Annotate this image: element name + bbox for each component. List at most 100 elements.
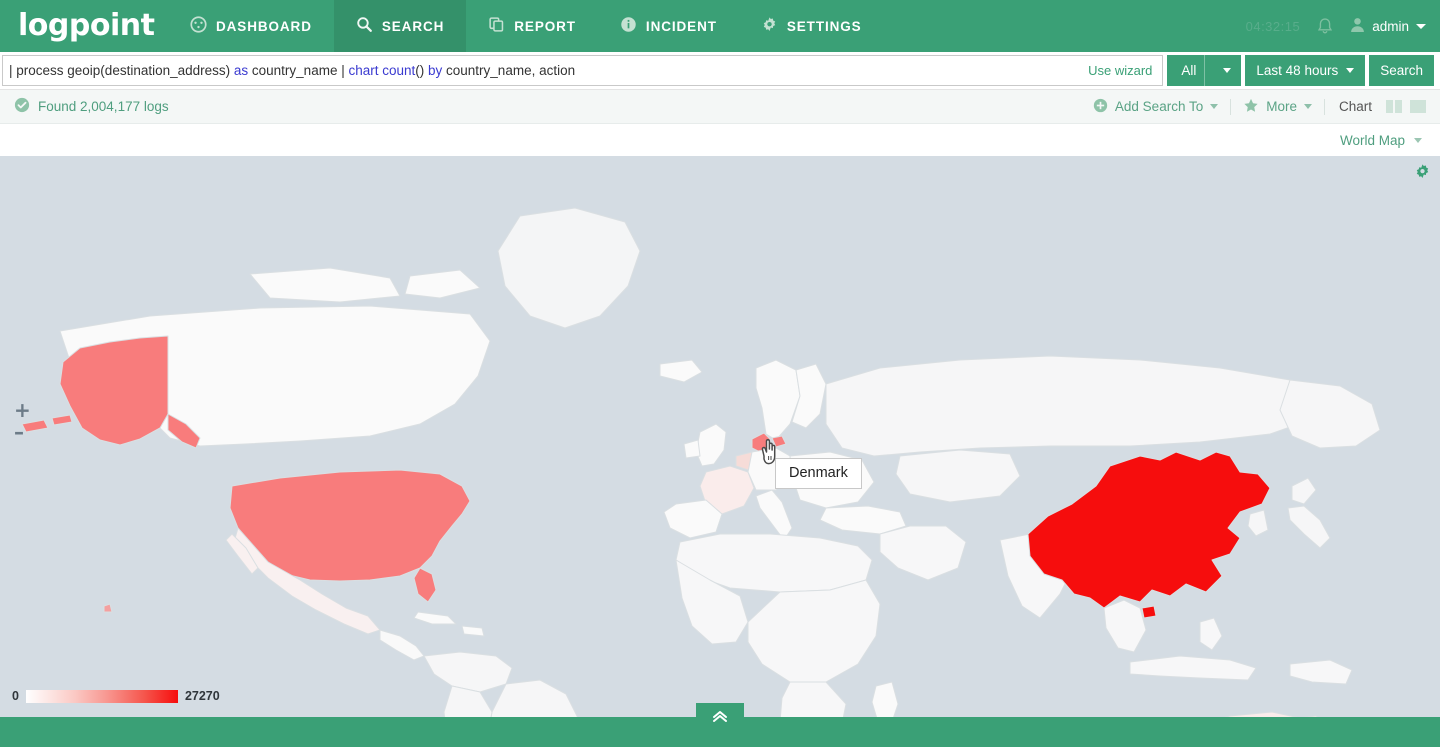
- country-greenland: [497, 207, 641, 329]
- repository-selector-label: All: [1181, 63, 1197, 78]
- country-usa-florida: [413, 567, 437, 603]
- gear-icon: [761, 16, 778, 36]
- search-button[interactable]: Search: [1369, 55, 1434, 86]
- country-norway-sweden: [755, 359, 801, 441]
- more-menu[interactable]: More: [1231, 98, 1324, 116]
- chevron-down-icon: [1210, 104, 1219, 109]
- nav-item-dashboard[interactable]: DASHBOARD: [168, 0, 334, 52]
- double-chevron-up-icon: [712, 709, 728, 728]
- country-russia: [825, 355, 1321, 457]
- zoom-out-button[interactable]: –: [14, 422, 31, 442]
- map-zoom-controls[interactable]: + –: [14, 400, 31, 442]
- country-canada-islands: [249, 267, 401, 303]
- check-circle-icon: [14, 97, 30, 116]
- results-bar: Found 2,004,177 logs Add Search To More …: [0, 90, 1440, 124]
- username-label: admin: [1372, 18, 1409, 34]
- country-central-america: [379, 629, 425, 661]
- search-button-label: Search: [1380, 63, 1423, 78]
- country-japan-honshu: [1287, 505, 1331, 549]
- nav-item-search[interactable]: SEARCH: [333, 0, 467, 52]
- map-color-legend: 0 27270: [12, 689, 220, 703]
- plus-circle-icon: [1093, 98, 1108, 116]
- search-query-input[interactable]: | process geoip(destination_address) as …: [2, 55, 1164, 86]
- country-madagascar: [871, 681, 899, 717]
- country-russia-east: [1279, 379, 1381, 449]
- repository-selector[interactable]: All: [1167, 55, 1242, 86]
- add-search-to-menu[interactable]: Add Search To: [1081, 98, 1230, 116]
- chevron-down-icon: [1223, 68, 1232, 73]
- split-layout-toggle-icon[interactable]: [1382, 99, 1406, 114]
- nav-label-incident: INCIDENT: [645, 18, 717, 34]
- map-settings-gear-icon[interactable]: [1414, 163, 1431, 185]
- query-segment: (): [415, 63, 429, 78]
- country-cuba: [413, 611, 457, 625]
- legend-min-value: 0: [12, 689, 19, 703]
- report-pages-icon: [488, 16, 505, 36]
- nav-label-search: SEARCH: [381, 18, 445, 34]
- legend-gradient-bar: [25, 689, 178, 703]
- legend-max-value: 27270: [184, 689, 220, 703]
- country-italy: [755, 489, 793, 541]
- map-tooltip-country: Denmark: [789, 465, 848, 481]
- island-caribbean-small: [103, 603, 113, 613]
- query-keyword: as: [233, 63, 249, 78]
- country-turkey: [819, 505, 907, 535]
- country-middle-east: [879, 525, 967, 581]
- collapse-panel-toggle[interactable]: [696, 703, 744, 733]
- time-range-selector[interactable]: Last 48 hours: [1245, 55, 1366, 86]
- query-segment: | process geoip(destination_address): [9, 63, 234, 78]
- star-icon: [1243, 98, 1259, 116]
- nav-label-dashboard: DASHBOARD: [216, 18, 312, 34]
- country-central-asia: [895, 449, 1021, 503]
- more-label: More: [1266, 99, 1297, 114]
- info-circle-icon: [620, 16, 637, 36]
- country-southern-africa: [779, 681, 847, 717]
- user-menu[interactable]: admin: [1350, 17, 1426, 36]
- chart-type-selector[interactable]: World Map: [1340, 133, 1422, 148]
- search-bar: | process geoip(destination_address) as …: [0, 52, 1440, 90]
- chevron-down-icon: [1414, 137, 1422, 143]
- chart-type-label: World Map: [1339, 132, 1405, 148]
- chevron-down-icon: [1346, 68, 1355, 73]
- bottom-bar: [0, 703, 1440, 747]
- world-map-svg[interactable]: [0, 156, 1440, 717]
- world-map-chart[interactable]: + – Denmark 0 27270: [0, 156, 1440, 717]
- nav-item-incident[interactable]: INCIDENT: [598, 0, 739, 52]
- country-colombia-venezuela: [423, 651, 513, 693]
- chart-type-toolbar: World Map: [0, 124, 1440, 156]
- country-central-africa: [747, 579, 881, 683]
- country-iceland: [659, 359, 703, 383]
- found-logs-status: Found 2,004,177 logs: [14, 97, 169, 116]
- country-hispaniola: [461, 625, 485, 637]
- nav-label-report: REPORT: [514, 18, 576, 34]
- dashboard-gauge-icon: [190, 16, 207, 36]
- country-philippines: [1199, 617, 1223, 651]
- brand-name: logpoint: [18, 8, 155, 43]
- main-nav-items: DASHBOARD SEARCH REPORT INCIDENT SETTING…: [168, 0, 884, 52]
- zoom-in-button[interactable]: +: [14, 400, 31, 420]
- top-navigation-bar: logpoint DASHBOARD SEARCH REPORT INCIDEN…: [0, 0, 1440, 52]
- full-layout-toggle-icon[interactable]: [1406, 99, 1430, 114]
- query-segment: country_name |: [248, 63, 349, 78]
- nav-item-settings[interactable]: SETTINGS: [739, 0, 884, 52]
- country-denmark-islands: [771, 435, 787, 448]
- query-segment: country_name, action: [442, 63, 576, 78]
- nav-item-report[interactable]: REPORT: [466, 0, 598, 52]
- query-text: | process geoip(destination_address) as …: [9, 63, 575, 78]
- repository-chevron-wrap: [1213, 68, 1241, 73]
- chart-label: Chart: [1338, 99, 1372, 114]
- notification-bell-icon[interactable]: [1316, 17, 1334, 36]
- map-tooltip: Denmark: [775, 458, 862, 489]
- country-papua: [1289, 659, 1353, 685]
- logo[interactable]: logpoint: [0, 0, 168, 52]
- country-korea: [1247, 509, 1269, 537]
- country-canada-islands-2: [404, 269, 481, 299]
- clock: 04:32:15: [1245, 18, 1301, 34]
- query-keyword: by: [428, 63, 443, 78]
- use-wizard-link[interactable]: Use wizard: [1088, 63, 1152, 78]
- country-indonesia: [1129, 655, 1257, 681]
- results-bar-actions: Add Search To More Chart: [1081, 98, 1430, 116]
- nav-label-settings: SETTINGS: [786, 18, 862, 34]
- country-china-hainan: [1141, 605, 1157, 619]
- country-united-kingdom: [695, 423, 727, 467]
